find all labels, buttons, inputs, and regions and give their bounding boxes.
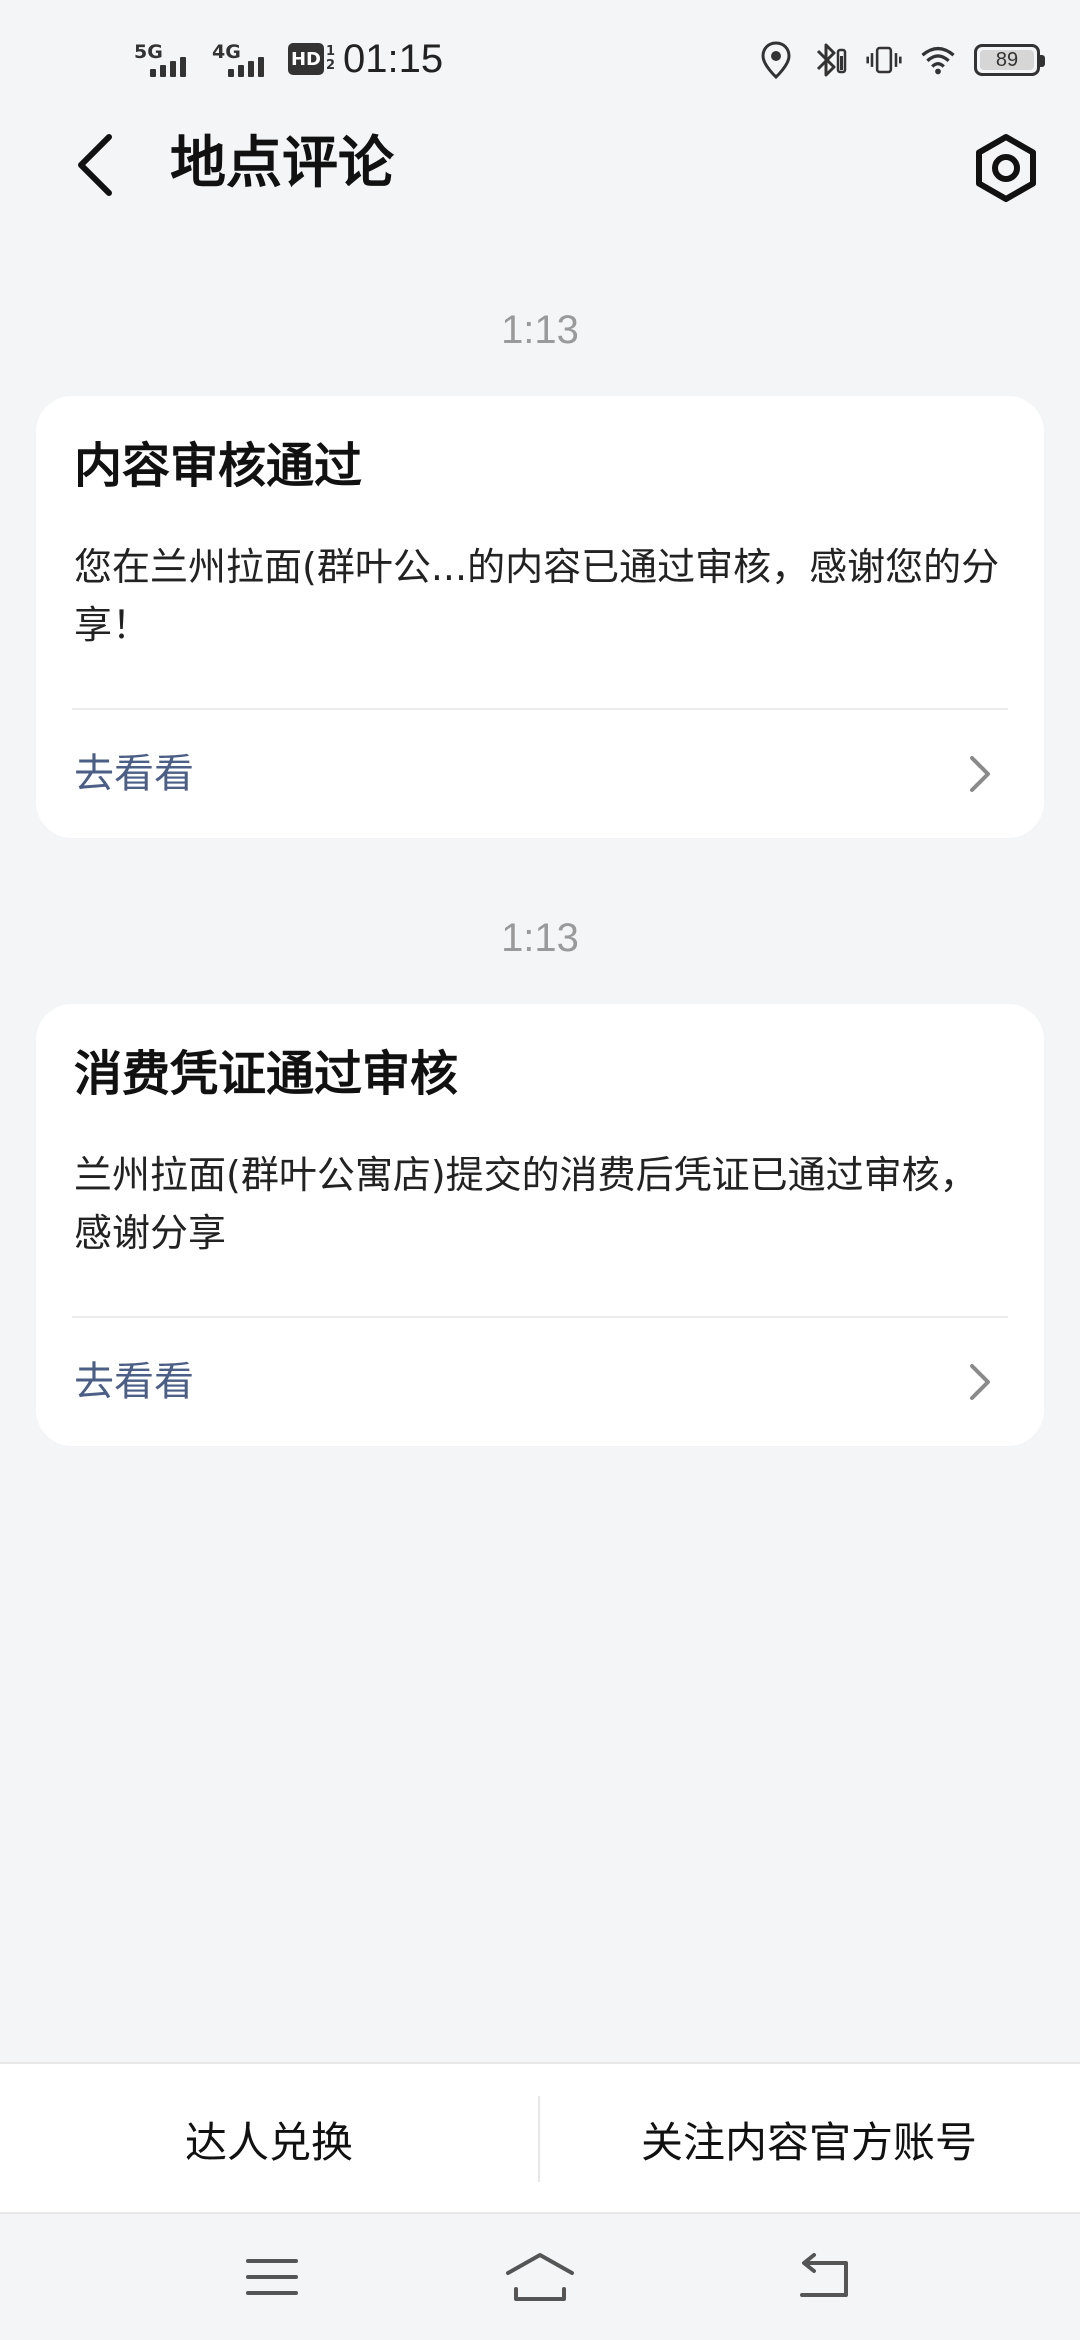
settings-button[interactable]	[968, 130, 1044, 206]
signal-5g-icon: 5G	[132, 37, 192, 81]
hd-sub-bottom: 2	[326, 58, 336, 73]
header: 地点评论	[0, 110, 1080, 220]
back-arrow-icon	[78, 134, 112, 196]
status-right: 89	[758, 36, 1045, 84]
message-title: 内容审核通过	[74, 438, 363, 494]
page-title: 地点评论	[170, 131, 394, 196]
menu-icon	[246, 2259, 298, 2295]
home-icon	[506, 2253, 574, 2301]
status-left: 5G 4G HD 1 2 01:15	[132, 34, 443, 84]
chevron-right-icon	[960, 750, 1000, 798]
back-icon	[800, 2253, 848, 2297]
status-bar: 5G 4G HD 1 2 01:15 89	[0, 0, 1080, 110]
back-button[interactable]	[60, 130, 130, 200]
settings-hex-icon	[976, 134, 1036, 202]
chevron-right-icon	[960, 1358, 1000, 1406]
location-icon	[758, 40, 794, 80]
message-card: 消费凭证通过审核 兰州拉面(群叶公寓店)提交的消费后凭证已通过审核，感谢分享 去…	[36, 1004, 1044, 1446]
follow-official-account-button[interactable]: 关注内容官方账号	[540, 2064, 1078, 2214]
message-timestamp: 1:13	[501, 308, 579, 352]
page: 5G 4G HD 1 2 01:15 89 地点评论 1:13 内容审核通过 您…	[0, 0, 1080, 2340]
hd-sim-indicator: 1 2	[326, 45, 335, 73]
hd-sub-top: 1	[326, 44, 336, 59]
view-link-label: 去看看	[74, 751, 194, 797]
wifi-icon	[920, 40, 956, 80]
battery-level: 89	[995, 48, 1019, 71]
view-link[interactable]: 去看看	[36, 710, 1044, 838]
back-nav-button[interactable]	[784, 2244, 864, 2310]
signal-4g-icon: 4G	[210, 37, 270, 81]
message-card: 内容审核通过 您在兰州拉面(群叶公...的内容已通过审核，感谢您的分享！ 去看看	[36, 396, 1044, 838]
clock: 01:15	[343, 36, 444, 81]
view-link[interactable]: 去看看	[36, 1318, 1044, 1446]
expert-exchange-button[interactable]: 达人兑换	[0, 2064, 538, 2214]
battery-icon: 89	[974, 44, 1045, 76]
bottom-action-bar: 达人兑换 关注内容官方账号	[0, 2062, 1080, 2214]
message-timestamp: 1:13	[501, 916, 579, 960]
hd-voice-icon: HD	[288, 43, 324, 75]
message-body: 您在兰州拉面(群叶公...的内容已通过审核，感谢您的分享！	[74, 545, 1000, 647]
menu-button[interactable]	[232, 2244, 312, 2310]
home-button[interactable]	[500, 2244, 580, 2310]
message-title: 消费凭证通过审核	[74, 1046, 459, 1102]
system-nav-bar	[0, 2214, 1080, 2340]
vibrate-icon	[866, 40, 902, 80]
view-link-label: 去看看	[74, 1359, 194, 1405]
message-body: 兰州拉面(群叶公寓店)提交的消费后凭证已通过审核，感谢分享	[74, 1153, 978, 1255]
bluetooth-icon	[812, 40, 848, 80]
